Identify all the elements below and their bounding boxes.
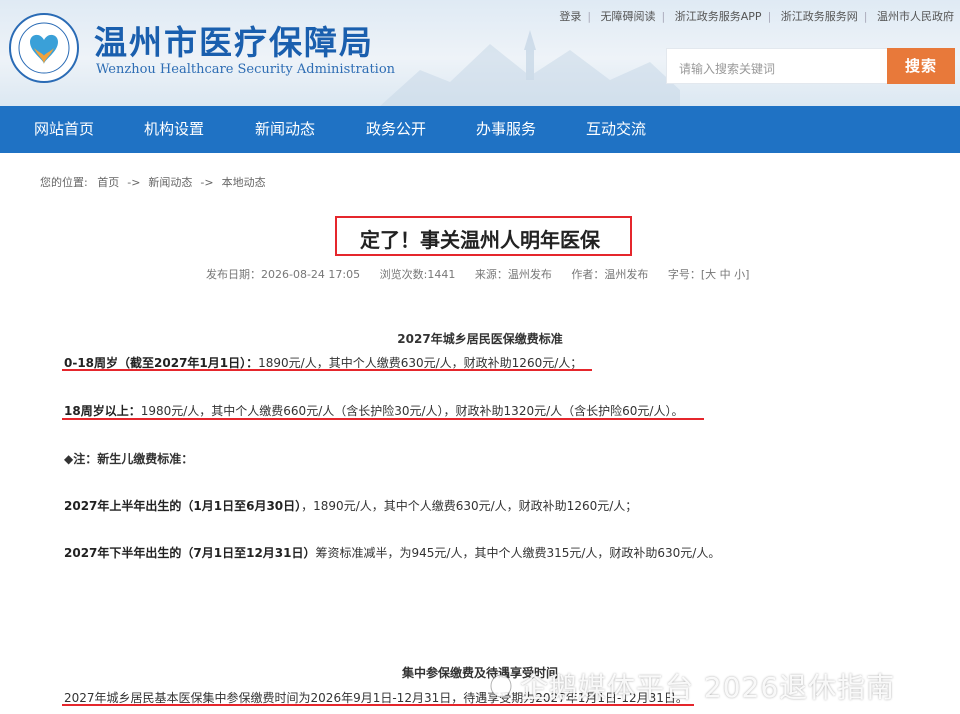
section-title-fees: 2027年城乡居民医保缴费标准: [397, 332, 563, 346]
breadcrumb: 您的位置: 首页 -> 新闻动态 -> 本地动态: [40, 174, 266, 190]
nav-news[interactable]: 新闻动态: [255, 106, 315, 153]
watermark-text: 企鹅媒体平台 2026退休指南: [520, 671, 896, 704]
toplink-login[interactable]: 登录: [559, 10, 581, 23]
nav-home[interactable]: 网站首页: [34, 106, 94, 153]
breadcrumb-news[interactable]: 新闻动态: [148, 176, 192, 189]
nav-interaction[interactable]: 互动交流: [586, 106, 646, 153]
newborn-second-half-label: 2027年下半年出生的（7月1日至12月31日）: [64, 546, 316, 560]
newborn-note: ◆注：新生儿缴费标准：: [64, 452, 194, 466]
article-source: 来源：温州发布: [474, 268, 552, 281]
highlight-underline: [62, 418, 704, 420]
article-author: 作者：温州发布: [571, 268, 649, 281]
landmark-illustration: [380, 30, 680, 106]
search-button[interactable]: 搜索: [887, 48, 955, 84]
highlight-underline: [62, 369, 592, 371]
publish-date: 发布日期：2026-08-24 17:05: [206, 268, 361, 281]
font-size-controls[interactable]: [大 中 小]: [701, 268, 750, 281]
view-count: 浏览次数:1441: [379, 268, 456, 281]
nav-services[interactable]: 办事服务: [476, 106, 536, 153]
page-title: 定了！事关温州人明年医保: [360, 228, 600, 252]
fee-minor-text: 1890元/人，其中个人缴费630元/人，财政补助1260元/人；: [258, 356, 583, 370]
breadcrumb-local-news[interactable]: 本地动态: [222, 176, 266, 189]
newborn-second-half-text: 筹资标准减半，为945元/人，其中个人缴费315元/人，财政补助630元/人。: [315, 546, 721, 560]
site-subtitle: Wenzhou Healthcare Security Administrati…: [96, 62, 396, 77]
main-nav: 网站首页 机构设置 新闻动态 政务公开 办事服务 互动交流: [0, 106, 960, 153]
toplink-accessibility[interactable]: 无障碍阅读: [601, 10, 656, 23]
nav-organization[interactable]: 机构设置: [144, 106, 204, 153]
toplink-zj-service[interactable]: 浙江政务服务网: [781, 10, 858, 23]
top-links: 登录 | 无障碍阅读 | 浙江政务服务APP | 浙江政务服务网 | 温州市人民政府: [559, 10, 954, 23]
toplink-wz-gov[interactable]: 温州市人民政府: [877, 10, 954, 23]
newborn-first-half-text: ，1890元/人，其中个人缴费630元/人，财政补助1260元/人；: [301, 499, 638, 513]
font-size-label: 字号：: [667, 268, 701, 281]
fee-adult-text: 1980元/人，其中个人缴费660元/人（含长护险30元/人），财政补助1320…: [140, 404, 684, 418]
fee-minor-label: 0-18周岁（截至2027年1月1日）：: [64, 356, 259, 370]
newborn-second-half: 2027年下半年出生的（7月1日至12月31日）筹资标准减半，为945元/人，其…: [64, 544, 720, 561]
breadcrumb-separator: ->: [127, 176, 141, 189]
nav-gov-affairs[interactable]: 政务公开: [366, 106, 426, 153]
article-meta: 发布日期：2026-08-24 17:05 浏览次数:1441 来源：温州发布 …: [206, 266, 765, 282]
search-input[interactable]: 请输入搜索关键词: [666, 48, 888, 84]
newborn-first-half: 2027年上半年出生的（1月1日至6月30日），1890元/人，其中个人缴费63…: [64, 497, 637, 514]
site-header: 温州市医疗保障局 Wenzhou Healthcare Security Adm…: [0, 0, 960, 106]
newborn-first-half-label: 2027年上半年出生的（1月1日至6月30日）: [64, 499, 302, 513]
penguin-media-icon: [490, 674, 512, 698]
toplink-zj-app[interactable]: 浙江政务服务APP: [675, 10, 762, 23]
breadcrumb-home[interactable]: 首页: [97, 176, 119, 189]
fee-adult-label: 18周岁以上：: [64, 404, 141, 418]
logo-emblem: [9, 13, 79, 83]
site-title: 温州市医疗保障局: [94, 23, 374, 62]
fee-paragraph-adult: 18周岁以上：1980元/人，其中个人缴费660元/人（含长护险30元/人），财…: [64, 402, 683, 419]
breadcrumb-separator: ->: [200, 176, 214, 189]
breadcrumb-label: 您的位置:: [40, 176, 88, 189]
